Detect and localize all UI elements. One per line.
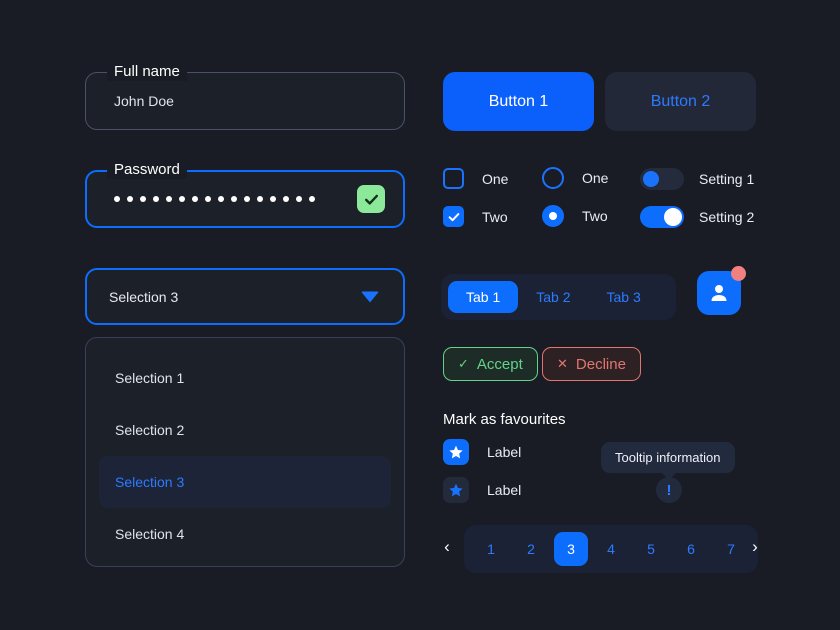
checkbox-one-row[interactable]: One: [443, 168, 508, 189]
select-option[interactable]: Selection 3: [99, 456, 391, 508]
password-dot: [140, 196, 146, 202]
page-5[interactable]: 5: [634, 532, 668, 566]
switch-setting-2-row[interactable]: Setting 2: [640, 206, 754, 228]
password-dot: [257, 196, 263, 202]
checkbox-two-label: Two: [482, 209, 508, 225]
select-option[interactable]: Selection 2: [99, 404, 391, 456]
info-icon[interactable]: !: [656, 477, 682, 503]
page-6[interactable]: 6: [674, 532, 708, 566]
avatar[interactable]: [697, 271, 741, 315]
radio-two-label: Two: [582, 208, 608, 224]
page-1[interactable]: 1: [474, 532, 508, 566]
password-dot: [283, 196, 289, 202]
tab-tab-2[interactable]: Tab 2: [518, 281, 588, 313]
page-7[interactable]: 7: [714, 532, 748, 566]
password-dot: [205, 196, 211, 202]
tooltip: Tooltip information: [601, 442, 735, 473]
password-dot: [153, 196, 159, 202]
info-glyph: !: [667, 482, 672, 499]
pagination-next[interactable]: ›: [745, 537, 765, 557]
password-dot: [192, 196, 198, 202]
password-label: Password: [107, 161, 187, 179]
chevron-right-icon: ›: [752, 537, 758, 557]
checkbox-two[interactable]: [443, 206, 464, 227]
radio-two[interactable]: [542, 205, 564, 227]
select-option[interactable]: Selection 1: [99, 352, 391, 404]
decline-chip[interactable]: ✕ Decline: [542, 347, 641, 381]
switch-setting-2-label: Setting 2: [699, 209, 754, 225]
password-dot: [127, 196, 133, 202]
favourite-row-1[interactable]: Label: [443, 439, 521, 465]
switch-setting-2[interactable]: [640, 206, 684, 228]
page-2[interactable]: 2: [514, 532, 548, 566]
password-dot: [270, 196, 276, 202]
button-2[interactable]: Button 2: [605, 72, 756, 131]
checkbox-one-label: One: [482, 171, 508, 187]
switch-knob: [643, 171, 659, 187]
full-name-field[interactable]: Full name John Doe: [85, 72, 405, 130]
password-dot: [114, 196, 120, 202]
tab-tab-3[interactable]: Tab 3: [589, 281, 659, 313]
star-icon[interactable]: [443, 477, 469, 503]
full-name-value[interactable]: John Doe: [114, 93, 174, 109]
switch-setting-1-row[interactable]: Setting 1: [640, 168, 754, 190]
radio-two-row[interactable]: Two: [542, 205, 608, 227]
select-trigger[interactable]: Selection 3: [85, 268, 405, 325]
favourite-label-1: Label: [487, 444, 521, 460]
password-dot: [166, 196, 172, 202]
pagination-prev[interactable]: ‹: [437, 537, 457, 557]
notification-badge: [731, 266, 746, 281]
page-3[interactable]: 3: [554, 532, 588, 566]
tab-bar[interactable]: Tab 1Tab 2Tab 3: [441, 274, 676, 320]
password-dot: [309, 196, 315, 202]
page-4[interactable]: 4: [594, 532, 628, 566]
checkbox-two-row[interactable]: Two: [443, 206, 508, 227]
tab-tab-1[interactable]: Tab 1: [448, 281, 518, 313]
password-dot: [296, 196, 302, 202]
password-dot: [244, 196, 250, 202]
accept-label: Accept: [477, 356, 523, 373]
favourites-title: Mark as favourites: [443, 411, 566, 428]
radio-one[interactable]: [542, 167, 564, 189]
radio-one-row[interactable]: One: [542, 167, 608, 189]
favourite-label-2: Label: [487, 482, 521, 498]
password-dot: [179, 196, 185, 202]
ui-kit-canvas: Full name John Doe Password Selection 3 …: [0, 0, 840, 630]
switch-setting-1[interactable]: [640, 168, 684, 190]
password-valid-check-icon: [357, 185, 385, 213]
button-1[interactable]: Button 1: [443, 72, 594, 131]
chevron-left-icon: ‹: [444, 537, 450, 557]
tooltip-text: Tooltip information: [615, 450, 721, 465]
select-option[interactable]: Selection 4: [99, 508, 391, 560]
user-icon: [707, 281, 731, 305]
check-icon: ✓: [458, 356, 469, 372]
switch-setting-1-label: Setting 1: [699, 171, 754, 187]
full-name-label: Full name: [107, 63, 187, 81]
switch-knob: [664, 208, 682, 226]
accept-chip[interactable]: ✓ Accept: [443, 347, 538, 381]
star-icon[interactable]: [443, 439, 469, 465]
select-options-list[interactable]: Selection 1Selection 2Selection 3Selecti…: [85, 337, 405, 567]
button-1-label: Button 1: [489, 93, 549, 111]
password-dot: [218, 196, 224, 202]
radio-one-label: One: [582, 170, 608, 186]
select-selected-value: Selection 3: [109, 289, 178, 305]
password-dot: [231, 196, 237, 202]
checkbox-one[interactable]: [443, 168, 464, 189]
favourite-row-2[interactable]: Label: [443, 477, 521, 503]
close-icon: ✕: [557, 356, 568, 372]
password-field[interactable]: Password: [85, 170, 405, 228]
pagination[interactable]: 1234567: [464, 525, 758, 573]
decline-label: Decline: [576, 356, 626, 373]
password-masked-value[interactable]: [114, 196, 315, 202]
button-2-label: Button 2: [651, 93, 711, 111]
chevron-down-icon[interactable]: [361, 291, 379, 302]
